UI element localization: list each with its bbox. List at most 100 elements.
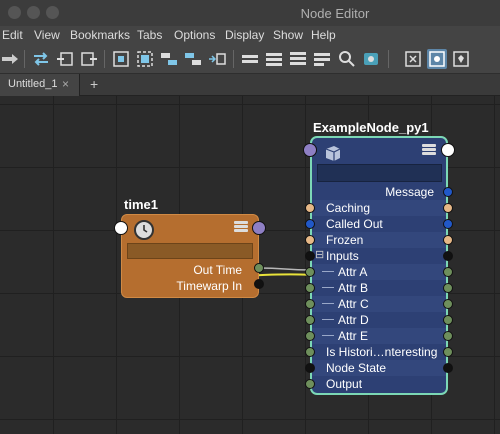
attr-label: Attr C [338, 297, 369, 311]
swap-connections-icon[interactable] [31, 49, 51, 69]
attr-row-output[interactable]: Output [312, 376, 446, 392]
input-port[interactable] [305, 363, 315, 373]
connected-mode-icon[interactable] [264, 49, 284, 69]
attr-label: Caching [326, 201, 371, 215]
attr-row-attr-a[interactable]: Attr A [312, 264, 446, 280]
out-time-port[interactable] [254, 263, 264, 273]
output-port[interactable] [443, 347, 453, 357]
simple-mode-icon[interactable] [240, 49, 260, 69]
graph-upstream-icon[interactable] [159, 49, 179, 69]
node-swatch-area [317, 164, 442, 182]
menu-bookmarks[interactable]: Bookmarks [70, 28, 130, 42]
timewarp-in-port[interactable] [254, 279, 264, 289]
input-port[interactable] [305, 283, 315, 293]
input-port[interactable] [305, 347, 315, 357]
input-port[interactable] [305, 219, 315, 229]
node-output-port[interactable] [441, 143, 455, 157]
menu-edit[interactable]: Edit [2, 28, 23, 42]
attr-row-caching[interactable]: Caching [312, 200, 446, 216]
attr-row-attr-b[interactable]: Attr B [312, 280, 446, 296]
menu-help[interactable]: Help [311, 28, 336, 42]
collapse-toggle-icon[interactable]: ⊟ [315, 248, 324, 261]
input-port[interactable] [305, 267, 315, 277]
search-icon[interactable] [337, 49, 357, 69]
full-mode-icon[interactable] [288, 49, 308, 69]
graph-downstream-icon[interactable] [183, 49, 203, 69]
node-output-port[interactable] [252, 221, 266, 235]
example-node[interactable]: Message Caching Called Out Frozen Inputs ⊟ Att… [310, 136, 448, 395]
input-port[interactable] [305, 203, 315, 213]
attr-row-attr-c[interactable]: Attr C [312, 296, 446, 312]
layout-icon[interactable] [207, 49, 227, 69]
pin-icon[interactable] [451, 49, 471, 69]
node-input-port[interactable] [114, 221, 128, 235]
output-port[interactable] [443, 251, 453, 261]
frame-selected-icon[interactable] [135, 49, 155, 69]
attr-label: Called Out [326, 217, 383, 231]
tab-untitled-1[interactable]: Untitled_1 × [0, 74, 80, 96]
output-port[interactable] [443, 203, 453, 213]
tab-bar: Untitled_1 × + [0, 74, 500, 96]
attr-row-inputs[interactable]: Inputs ⊟ [312, 248, 446, 264]
add-output-icon[interactable] [79, 49, 99, 69]
attr-label: Is Histori…nteresting [326, 345, 438, 359]
frame-all-icon[interactable] [111, 49, 131, 69]
output-port[interactable] [443, 363, 453, 373]
toolbar-separator [233, 50, 234, 68]
tree-branch-line [322, 271, 334, 272]
attr-label: Output [326, 377, 363, 391]
tree-branch-line [322, 335, 334, 336]
attr-label: Attr D [338, 313, 369, 327]
attr-row-message[interactable]: Message [312, 184, 446, 200]
output-port[interactable] [443, 299, 453, 309]
attr-row-node-state[interactable]: Node State [312, 360, 446, 376]
input-port[interactable] [305, 379, 315, 389]
output-port[interactable] [443, 187, 453, 197]
custom-mode-icon[interactable] [312, 49, 332, 69]
output-port[interactable] [443, 315, 453, 325]
input-port[interactable] [305, 315, 315, 325]
tab-close-icon[interactable]: × [62, 77, 69, 91]
tree-branch-line [322, 303, 334, 304]
input-port[interactable] [305, 299, 315, 309]
input-port[interactable] [305, 235, 315, 245]
node-menu-icon[interactable] [422, 144, 436, 156]
menu-view[interactable]: View [34, 28, 60, 42]
snapshot-icon[interactable] [361, 49, 381, 69]
menu-display[interactable]: Display [225, 28, 264, 42]
output-port[interactable] [443, 267, 453, 277]
python-node-icon [322, 143, 344, 163]
output-port[interactable] [443, 219, 453, 229]
attr-timewarp-in[interactable]: Timewarp In [176, 279, 242, 293]
toolbar-separator [104, 50, 105, 68]
node-menu-icon[interactable] [234, 221, 248, 233]
attr-row-called-out[interactable]: Called Out [312, 216, 446, 232]
attr-row-is-histori-nteresting[interactable]: Is Histori…nteresting [312, 344, 446, 360]
grid-toggle-icon[interactable] [403, 49, 423, 69]
time-node[interactable]: Out Time Timewarp In [121, 214, 259, 298]
attr-out-time[interactable]: Out Time [193, 263, 242, 277]
toolbar [0, 44, 500, 74]
output-port[interactable] [443, 283, 453, 293]
attr-row-attr-d[interactable]: Attr D [312, 312, 446, 328]
menu-show[interactable]: Show [273, 28, 303, 42]
attr-label: Node State [326, 361, 387, 375]
attr-row-frozen[interactable]: Frozen [312, 232, 446, 248]
grid-snap-icon[interactable] [427, 49, 447, 69]
graph-input-output-icon[interactable] [0, 49, 20, 69]
menu-options[interactable]: Options [174, 28, 215, 42]
window-title: Node Editor [300, 6, 370, 21]
clock-icon [134, 220, 154, 240]
menu-tabs[interactable]: Tabs [137, 28, 162, 42]
attr-label: Attr B [338, 281, 369, 295]
add-input-icon[interactable] [55, 49, 75, 69]
output-port[interactable] [443, 331, 453, 341]
output-port[interactable] [443, 235, 453, 245]
add-tab-button[interactable]: + [90, 76, 98, 92]
node-swatch-area [127, 243, 253, 259]
input-port[interactable] [305, 251, 315, 261]
input-port[interactable] [305, 331, 315, 341]
attr-label: Attr E [338, 329, 369, 343]
attr-row-attr-e[interactable]: Attr E [312, 328, 446, 344]
node-input-port[interactable] [303, 143, 317, 157]
